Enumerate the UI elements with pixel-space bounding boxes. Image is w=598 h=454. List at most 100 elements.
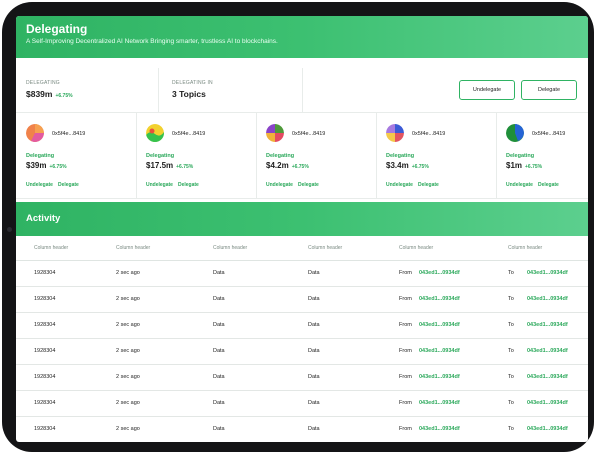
page-subtitle: A Self-Improving Decentralized AI Networ… <box>26 38 278 45</box>
card-value: $39m +6.75% <box>26 161 67 170</box>
card-delegating-label: Delegating <box>146 153 175 159</box>
row-time: 2 sec ago <box>116 348 140 354</box>
card-delegate-link[interactable]: Delegate <box>538 182 559 188</box>
delegating-stat: DELEGATING $839m +6.75% <box>26 80 73 99</box>
delegating-amount: $839m <box>26 89 53 99</box>
card-change: +6.75% <box>291 164 309 170</box>
delegate-button[interactable]: Delegate <box>521 80 577 100</box>
to-address-link[interactable]: 043ed1...0934df <box>527 270 568 276</box>
row-data: Data <box>213 426 225 432</box>
card-amount: $17.5m <box>146 161 174 170</box>
from-address-link[interactable]: 043ed1...0934df <box>419 348 460 354</box>
delegating-in-stat: DELEGATING IN 3 Topics <box>172 80 213 99</box>
avatar <box>506 124 524 142</box>
row-data: Data <box>308 270 320 276</box>
camera-dot <box>7 227 12 232</box>
tablet-frame: Delegating A Self-Improving Decentralize… <box>2 2 594 452</box>
column-header[interactable]: Column header <box>116 245 150 251</box>
column-header[interactable]: Column header <box>213 245 247 251</box>
table-row[interactable]: 1928304 2 sec ago Data Data From 043ed1...093… <box>16 338 588 365</box>
card-change: +6.75% <box>49 164 67 170</box>
avatar <box>26 124 44 142</box>
from-address-link[interactable]: 043ed1...0934df <box>419 374 460 380</box>
row-data: Data <box>213 374 225 380</box>
from-label: From <box>399 322 412 328</box>
row-data: Data <box>308 400 320 406</box>
row-data: Data <box>308 348 320 354</box>
column-header[interactable]: Column header <box>399 245 433 251</box>
table-row[interactable]: 1928304 2 sec ago Data Data From 043ed1...093… <box>16 364 588 391</box>
from-label: From <box>399 400 412 406</box>
delegate-cards: 0x5f4e...8419 Delegating $39m +6.75% Unde… <box>16 112 588 199</box>
delegation-summary: DELEGATING $839m +6.75% DELEGATING IN 3 T… <box>16 68 588 113</box>
from-label: From <box>399 374 412 380</box>
to-address-link[interactable]: 043ed1...0934df <box>527 426 568 432</box>
page-header: Delegating A Self-Improving Decentralize… <box>16 16 588 58</box>
card-value: $3.4m +6.75% <box>386 161 429 170</box>
avatar <box>146 124 164 142</box>
from-address-link[interactable]: 043ed1...0934df <box>419 426 460 432</box>
card-undelegate-link[interactable]: Undelegate <box>386 182 413 188</box>
row-data: Data <box>308 322 320 328</box>
to-address-link[interactable]: 043ed1...0934df <box>527 348 568 354</box>
table-header: Column header Column header Column heade… <box>16 236 588 261</box>
undelegate-button[interactable]: Undelegate <box>459 80 515 100</box>
row-time: 2 sec ago <box>116 270 140 276</box>
divider <box>302 68 303 112</box>
card-value: $1m +6.75% <box>506 161 542 170</box>
to-address-link[interactable]: 043ed1...0934df <box>527 374 568 380</box>
row-id: 1928304 <box>34 374 56 380</box>
row-time: 2 sec ago <box>116 322 140 328</box>
card-address: 0x5f4e...8419 <box>532 131 566 137</box>
table-row[interactable]: 1928304 2 sec ago Data Data From 043ed1...093… <box>16 286 588 313</box>
card-delegate-link[interactable]: Delegate <box>418 182 439 188</box>
card-change: +6.75% <box>411 164 429 170</box>
avatar <box>266 124 284 142</box>
to-label: To <box>508 348 514 354</box>
card-amount: $39m <box>26 161 47 170</box>
to-label: To <box>508 426 514 432</box>
delegate-card: 0x5f4e...8419 Delegating $3.4m +6.75% Und… <box>376 112 497 198</box>
card-delegating-label: Delegating <box>26 153 55 159</box>
to-address-link[interactable]: 043ed1...0934df <box>527 400 568 406</box>
from-label: From <box>399 426 412 432</box>
column-header[interactable]: Column header <box>34 245 68 251</box>
from-address-link[interactable]: 043ed1...0934df <box>419 400 460 406</box>
column-header[interactable]: Column header <box>508 245 542 251</box>
from-address-link[interactable]: 043ed1...0934df <box>419 270 460 276</box>
delegating-in-value: 3 Topics <box>172 89 206 99</box>
column-header[interactable]: Column header <box>308 245 342 251</box>
card-amount: $4.2m <box>266 161 289 170</box>
row-data: Data <box>213 400 225 406</box>
table-row[interactable]: 1928304 2 sec ago Data Data From 043ed1...093… <box>16 260 588 287</box>
from-address-link[interactable]: 043ed1...0934df <box>419 296 460 302</box>
row-time: 2 sec ago <box>116 400 140 406</box>
row-time: 2 sec ago <box>116 374 140 380</box>
delegate-card: 0x5f4e...8419 Delegating $1m +6.75% Undel… <box>496 112 588 198</box>
row-data: Data <box>213 322 225 328</box>
activity-header: Activity <box>16 202 588 236</box>
card-undelegate-link[interactable]: Undelegate <box>266 182 293 188</box>
row-data: Data <box>308 426 320 432</box>
from-address-link[interactable]: 043ed1...0934df <box>419 322 460 328</box>
card-value: $17.5m +6.75% <box>146 161 193 170</box>
table-row[interactable]: 1928304 2 sec ago Data Data From 043ed1...093… <box>16 312 588 339</box>
to-label: To <box>508 322 514 328</box>
to-address-link[interactable]: 043ed1...0934df <box>527 296 568 302</box>
card-undelegate-link[interactable]: Undelegate <box>506 182 533 188</box>
card-undelegate-link[interactable]: Undelegate <box>146 182 173 188</box>
card-amount: $3.4m <box>386 161 409 170</box>
row-id: 1928304 <box>34 426 56 432</box>
delegating-value: $839m +6.75% <box>26 89 73 99</box>
card-delegate-link[interactable]: Delegate <box>298 182 319 188</box>
table-row[interactable]: 1928304 2 sec ago Data Data From 043ed1...093… <box>16 416 588 442</box>
card-delegate-link[interactable]: Delegate <box>58 182 79 188</box>
divider <box>158 68 159 112</box>
avatar <box>386 124 404 142</box>
card-delegate-link[interactable]: Delegate <box>178 182 199 188</box>
table-row[interactable]: 1928304 2 sec ago Data Data From 043ed1...093… <box>16 390 588 417</box>
row-time: 2 sec ago <box>116 426 140 432</box>
card-undelegate-link[interactable]: Undelegate <box>26 182 53 188</box>
card-delegating-label: Delegating <box>386 153 415 159</box>
to-address-link[interactable]: 043ed1...0934df <box>527 322 568 328</box>
